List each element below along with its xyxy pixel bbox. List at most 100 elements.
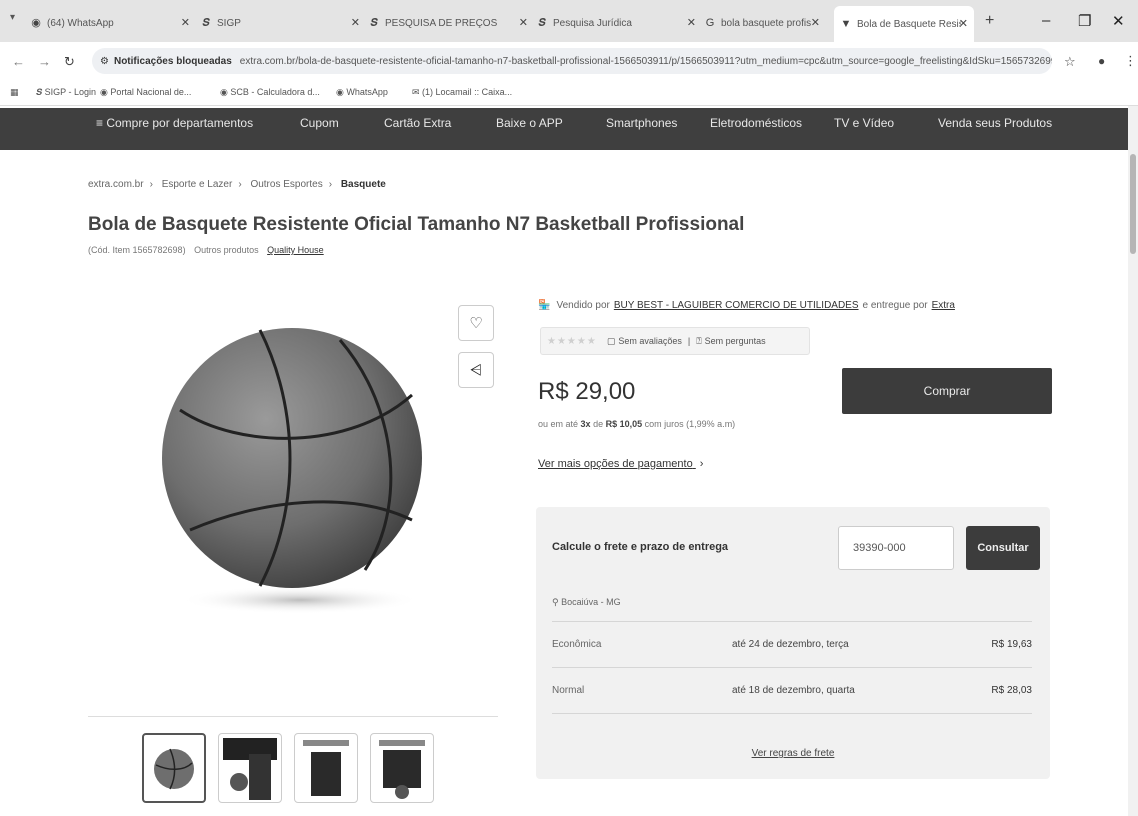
delivered-by-label: e entregue por	[862, 300, 928, 311]
new-tab-icon[interactable]: +	[985, 12, 994, 30]
chevron-right-icon: ›	[149, 179, 153, 190]
breadcrumb: extra.com.br › Esporte e Lazer › Outros Es…	[88, 179, 392, 190]
bookmark-sigp[interactable]: 𝑺 SIGP - Login	[36, 87, 96, 98]
s-icon: 𝑺	[370, 17, 378, 29]
thumbnail-4[interactable]	[370, 733, 434, 803]
shipping-option-price: R$ 28,03	[991, 685, 1032, 696]
thumbnail-image	[303, 740, 349, 796]
delivered-by-link[interactable]: Extra	[932, 300, 955, 311]
bookmark-scb[interactable]: ◉ SCB - Calculadora d...	[220, 87, 320, 98]
close-icon[interactable]: ✕	[181, 16, 190, 29]
window-close-icon[interactable]: ✕	[1112, 12, 1125, 30]
mail-icon: ✉	[412, 87, 423, 97]
bookmark-whatsapp[interactable]: ◉ WhatsApp	[336, 87, 388, 98]
nav-eletrodomesticos[interactable]: Eletrodomésticos	[710, 116, 802, 130]
installment-of: de	[593, 419, 604, 429]
rating-stars: ★★★★★	[547, 335, 597, 347]
url-bar[interactable]: ⚙ Notificações bloqueadas extra.com.br/b…	[92, 48, 1052, 74]
installment-suffix: com juros (1,99% a.m)	[644, 419, 736, 429]
share-icon: ⩤	[469, 361, 482, 379]
tab-title: bola basquete profissional	[721, 17, 811, 29]
extra-icon: ▼	[840, 18, 852, 30]
tab-sigp[interactable]: 𝑺 SIGP ✕	[200, 11, 360, 35]
share-button[interactable]: ⩤	[458, 352, 494, 388]
nav-venda-produtos[interactable]: Venda seus Produtos	[938, 116, 1052, 130]
apps-icon[interactable]: ▦	[10, 87, 19, 98]
breadcrumb-esporte[interactable]: Esporte e Lazer	[162, 179, 233, 190]
tab-search-icon[interactable]: ▾	[10, 12, 15, 23]
close-icon[interactable]: ✕	[687, 16, 696, 29]
thumbnail-image	[379, 740, 425, 799]
reviews-link[interactable]: Sem avaliações	[618, 336, 682, 346]
tab-extra-product[interactable]: ▼ Bola de Basquete Resistente ✕	[834, 6, 974, 42]
browser-tab-strip: ▾ ◉ (64) WhatsApp ✕ 𝑺 SIGP ✕ 𝑺 PESQUISA …	[0, 0, 1138, 42]
thumbnail-2[interactable]	[218, 733, 282, 803]
bookmark-locamail[interactable]: ✉ (1) Locamail :: Caixa...	[412, 87, 512, 98]
cep-input[interactable]: 39390-000	[838, 526, 954, 570]
shipping-calculator: Calcule o frete e prazo de entrega 39390…	[536, 507, 1050, 779]
installment-count: 3x	[580, 419, 591, 429]
consult-button[interactable]: Consultar	[966, 526, 1040, 570]
close-icon[interactable]: ✕	[351, 16, 360, 29]
item-code: (Cód. Item 1565782698)	[88, 245, 186, 255]
brand-link[interactable]: Quality House	[267, 245, 324, 255]
breadcrumb-outros[interactable]: Outros Esportes	[250, 179, 322, 190]
tab-title: (64) WhatsApp	[47, 17, 114, 29]
site-nav-bar: ≡ Compre por departamentos Cupom Cartão …	[0, 108, 1130, 150]
close-icon[interactable]: ✕	[519, 16, 528, 29]
tab-pesquisa-juridica[interactable]: 𝑺 Pesquisa Jurídica ✕	[536, 11, 696, 35]
nav-cartao-extra[interactable]: Cartão Extra	[384, 116, 451, 130]
forward-icon[interactable]: →	[38, 54, 51, 69]
restore-icon[interactable]: ❐	[1078, 12, 1091, 30]
more-payment-link[interactable]: Ver mais opções de pagamento ›	[538, 458, 703, 470]
reload-icon[interactable]: ↻	[64, 54, 75, 70]
product-image-basketball[interactable]	[150, 300, 440, 620]
notifications-blocked[interactable]: Notificações bloqueadas	[114, 56, 232, 67]
page-scrollbar[interactable]	[1128, 106, 1138, 816]
shipping-option-name: Normal	[552, 685, 585, 696]
nav-tv-video[interactable]: TV e Vídeo	[834, 116, 894, 130]
seller-info: 🏪 Vendido por BUY BEST - LAGUIBER COMERC…	[538, 300, 959, 311]
thumbnail-1[interactable]	[142, 733, 206, 803]
breadcrumb-basquete[interactable]: Basquete	[341, 179, 386, 190]
close-icon[interactable]: ✕	[811, 16, 820, 29]
buy-button[interactable]: Comprar	[842, 368, 1052, 414]
seller-prefix: Vendido por	[556, 300, 610, 311]
breadcrumb-home[interactable]: extra.com.br	[88, 179, 144, 190]
url-text[interactable]: extra.com.br/bola-de-basquete-resistente…	[240, 56, 1052, 67]
seller-link[interactable]: BUY BEST - LAGUIBER COMERCIO DE UTILIDAD…	[614, 300, 859, 311]
tab-google-search[interactable]: G bola basquete profissional ✕	[704, 11, 820, 35]
other-products-label: Outros produtos	[194, 245, 259, 255]
thumbnail-3[interactable]	[294, 733, 358, 803]
page-title: Bola de Basquete Resistente Oficial Tama…	[88, 214, 745, 235]
back-icon[interactable]: ←	[12, 54, 25, 69]
question-icon: ⍰	[696, 335, 702, 346]
site-settings-icon[interactable]: ⚙	[100, 56, 109, 67]
nav-departments[interactable]: ≡ Compre por departamentos	[96, 116, 253, 130]
tab-pesquisa-precos[interactable]: 𝑺 PESQUISA DE PREÇOS ✕	[368, 11, 528, 35]
favorite-button[interactable]: ♡	[458, 305, 494, 341]
thumbnail-basketball-image	[154, 748, 194, 790]
s-icon: 𝑺	[202, 17, 210, 29]
profile-icon[interactable]: ●	[1098, 54, 1105, 68]
tab-whatsapp[interactable]: ◉ (64) WhatsApp ✕	[30, 11, 190, 35]
close-icon[interactable]: ✕	[959, 17, 968, 30]
bookmark-label: SCB - Calculadora d...	[230, 87, 320, 97]
shipping-rules-link[interactable]: Ver regras de frete	[536, 748, 1050, 759]
whatsapp-icon: ◉	[336, 87, 347, 97]
globe-icon: ◉	[100, 87, 111, 97]
installment-info: ou em até 3x de R$ 10,05 com juros (1,99…	[538, 419, 735, 429]
nav-baixe-app[interactable]: Baixe o APP	[496, 116, 563, 130]
image-divider	[88, 716, 498, 717]
bookmark-star-icon[interactable]: ☆	[1064, 54, 1076, 70]
menu-icon[interactable]: ⋮	[1124, 53, 1137, 69]
shipping-option-name: Econômica	[552, 639, 602, 650]
bookmark-portal[interactable]: ◉ Portal Nacional de...	[100, 87, 191, 98]
bookmarks-bar: ▦ 𝑺 SIGP - Login ◉ Portal Nacional de...…	[0, 80, 1138, 106]
nav-cupom[interactable]: Cupom	[300, 116, 339, 130]
questions-link[interactable]: Sem perguntas	[705, 336, 766, 346]
tab-title: SIGP	[217, 17, 241, 29]
minimize-icon[interactable]: –	[1042, 12, 1050, 29]
nav-smartphones[interactable]: Smartphones	[606, 116, 677, 130]
scrollbar-thumb[interactable]	[1130, 154, 1136, 254]
